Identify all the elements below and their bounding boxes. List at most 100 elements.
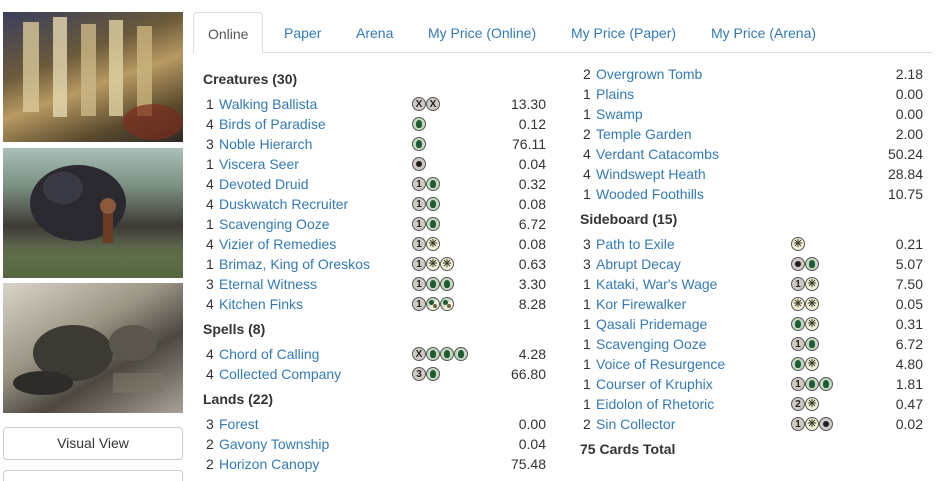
mana-cost: 1 bbox=[412, 237, 440, 251]
card-name-link[interactable]: Voice of Resurgence bbox=[596, 354, 725, 374]
mana-cost bbox=[791, 317, 819, 331]
generic-mana-icon: 1 bbox=[412, 297, 426, 311]
card-price: 7.50 bbox=[895, 276, 923, 292]
card-name-link[interactable]: Brimaz, King of Oreskos bbox=[219, 254, 370, 274]
card-price: 0.00 bbox=[895, 106, 923, 122]
card-name-link[interactable]: Scavenging Ooze bbox=[596, 334, 707, 354]
generic-mana-icon: X bbox=[412, 97, 426, 111]
card-name-link[interactable]: Windswept Heath bbox=[596, 164, 706, 184]
generic-mana-icon: 1 bbox=[412, 257, 426, 271]
card-name-link[interactable]: Devoted Druid bbox=[219, 174, 309, 194]
card-quantity: 3 bbox=[583, 236, 591, 252]
mana-cost: 1 bbox=[412, 217, 440, 231]
tab-my-price-online[interactable]: My Price (Online) bbox=[428, 12, 536, 53]
sidebar-secondary-button[interactable] bbox=[3, 470, 183, 481]
price-tabs: Online Paper Arena My Price (Online) My … bbox=[193, 12, 933, 54]
tab-paper[interactable]: Paper bbox=[284, 12, 321, 53]
hybrid-green-white-mana-icon bbox=[426, 297, 440, 311]
mana-cost bbox=[412, 117, 426, 131]
card-row: 1 Scavenging Ooze 1 6.72 bbox=[206, 214, 546, 234]
card-price: 0.08 bbox=[518, 236, 546, 252]
black-mana-icon bbox=[412, 157, 426, 171]
card-name-link[interactable]: Viscera Seer bbox=[219, 154, 299, 174]
card-name-link[interactable]: Kitchen Finks bbox=[219, 294, 303, 314]
card-name-link[interactable]: Overgrown Tomb bbox=[596, 64, 702, 84]
spells-heading: Spells (8) bbox=[203, 321, 266, 337]
card-quantity: 4 bbox=[583, 166, 591, 182]
card-quantity: 3 bbox=[583, 256, 591, 272]
card-name-link[interactable]: Horizon Canopy bbox=[219, 454, 319, 474]
card-quantity: 1 bbox=[583, 276, 591, 292]
card-row: 2 Overgrown Tomb 2.18 bbox=[583, 64, 923, 84]
card-price: 0.00 bbox=[895, 86, 923, 102]
card-quantity: 4 bbox=[206, 366, 214, 382]
card-price: 1.81 bbox=[895, 376, 923, 392]
white-mana-icon bbox=[791, 297, 805, 311]
card-name-link[interactable]: Birds of Paradise bbox=[219, 114, 326, 134]
generic-mana-icon: 1 bbox=[412, 197, 426, 211]
tab-online[interactable]: Online bbox=[193, 12, 264, 54]
card-price: 0.08 bbox=[518, 196, 546, 212]
card-name-link[interactable]: Forest bbox=[219, 414, 259, 434]
white-mana-icon bbox=[805, 317, 819, 331]
card-name-link[interactable]: Kataki, War's Wage bbox=[596, 274, 717, 294]
card-name-link[interactable]: Collected Company bbox=[219, 364, 341, 384]
card-row: 2 Temple Garden 2.00 bbox=[583, 124, 923, 144]
generic-mana-icon: 1 bbox=[791, 337, 805, 351]
card-quantity: 3 bbox=[206, 276, 214, 292]
white-mana-icon bbox=[426, 257, 440, 271]
card-name-link[interactable]: Verdant Catacombs bbox=[596, 144, 719, 164]
card-name-link[interactable]: Wooded Foothills bbox=[596, 184, 704, 204]
card-name-link[interactable]: Duskwatch Recruiter bbox=[219, 194, 348, 214]
card-row: 3 Forest 0.00 bbox=[206, 414, 546, 434]
card-quantity: 3 bbox=[206, 416, 214, 432]
card-row: 1 Voice of Resurgence 4.80 bbox=[583, 354, 923, 374]
card-art-image bbox=[13, 325, 163, 395]
card-quantity: 4 bbox=[206, 236, 214, 252]
mana-cost bbox=[791, 237, 805, 251]
card-name-link[interactable]: Sin Collector bbox=[596, 414, 675, 434]
card-name-link[interactable]: Chord of Calling bbox=[219, 344, 319, 364]
sideboard-heading: Sideboard (15) bbox=[580, 211, 678, 227]
card-name-link[interactable]: Eidolon of Rhetoric bbox=[596, 394, 714, 414]
visual-view-button[interactable]: Visual View bbox=[3, 427, 183, 460]
card-name-link[interactable]: Qasali Pridemage bbox=[596, 314, 707, 334]
green-mana-icon bbox=[426, 177, 440, 191]
card-art-image bbox=[23, 17, 183, 140]
generic-mana-icon: 1 bbox=[412, 237, 426, 251]
card-name-link[interactable]: Temple Garden bbox=[596, 124, 692, 144]
card-row: 2 Horizon Canopy 75.48 bbox=[206, 454, 546, 474]
tab-my-price-arena[interactable]: My Price (Arena) bbox=[711, 12, 816, 53]
mana-cost: 2 bbox=[791, 397, 819, 411]
card-name-link[interactable]: Abrupt Decay bbox=[596, 254, 681, 274]
card-art-thumbnail[interactable] bbox=[3, 12, 183, 142]
card-quantity: 1 bbox=[583, 336, 591, 352]
card-name-link[interactable]: Kor Firewalker bbox=[596, 294, 686, 314]
card-name-link[interactable]: Path to Exile bbox=[596, 234, 675, 254]
card-name-link[interactable]: Swamp bbox=[596, 104, 643, 124]
card-quantity: 2 bbox=[583, 126, 591, 142]
green-mana-icon bbox=[426, 367, 440, 381]
card-name-link[interactable]: Courser of Kruphix bbox=[596, 374, 713, 394]
mana-cost bbox=[791, 357, 819, 371]
card-name-link[interactable]: Plains bbox=[596, 84, 634, 104]
card-art-thumbnail[interactable] bbox=[3, 148, 183, 278]
card-price: 3.30 bbox=[518, 276, 546, 292]
card-name-link[interactable]: Walking Ballista bbox=[219, 94, 317, 114]
card-row: 1 Scavenging Ooze 1 6.72 bbox=[583, 334, 923, 354]
white-mana-icon bbox=[805, 397, 819, 411]
card-name-link[interactable]: Noble Hierarch bbox=[219, 134, 312, 154]
card-row: 2 Gavony Township 0.04 bbox=[206, 434, 546, 454]
tab-arena[interactable]: Arena bbox=[356, 12, 393, 53]
white-mana-icon bbox=[805, 417, 819, 431]
card-quantity: 1 bbox=[583, 396, 591, 412]
card-row: 4 Duskwatch Recruiter 1 0.08 bbox=[206, 194, 546, 214]
green-mana-icon bbox=[805, 257, 819, 271]
card-name-link[interactable]: Scavenging Ooze bbox=[219, 214, 330, 234]
card-art-thumbnail[interactable] bbox=[3, 283, 183, 413]
card-name-link[interactable]: Gavony Township bbox=[219, 434, 329, 454]
tab-my-price-paper[interactable]: My Price (Paper) bbox=[571, 12, 676, 53]
card-name-link[interactable]: Vizier of Remedies bbox=[219, 234, 336, 254]
card-name-link[interactable]: Eternal Witness bbox=[219, 274, 317, 294]
card-row: 4 Collected Company 3 66.80 bbox=[206, 364, 546, 384]
